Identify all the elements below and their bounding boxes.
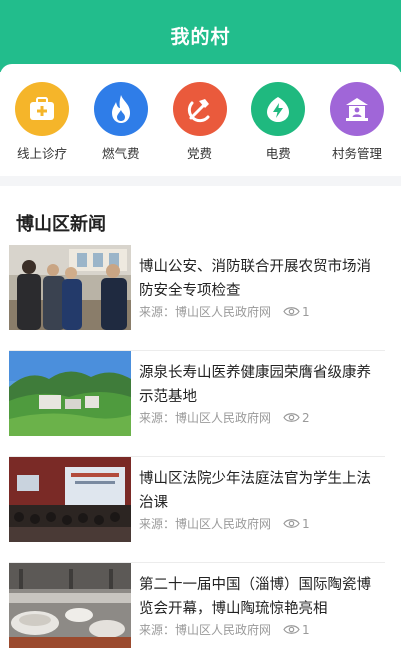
news-title: 源泉长寿山医养健康园荣膺省级康养示范基地 — [139, 365, 371, 405]
news-source: 来源：博山区人民政府网 — [139, 623, 272, 637]
service-village-affairs[interactable]: 村务管理 — [319, 82, 395, 176]
news-section: 博山区新闻 博山公安、消防联合开展农贸市场消防安全专项检查 来源：博山区人民政府… — [0, 186, 401, 660]
service-label: 线上诊疗 — [16, 146, 67, 161]
electricity-bolt-icon — [251, 82, 306, 136]
view-count-value: 1 — [302, 516, 310, 531]
service-gas-fee[interactable]: 燃气费 — [83, 82, 159, 176]
view-count: 1 — [283, 305, 310, 319]
news-thumbnail-inspection — [9, 245, 131, 330]
view-count: 1 — [283, 623, 310, 637]
service-electricity-fee[interactable]: 电费 — [240, 82, 316, 176]
service-party-fee[interactable]: 党费 — [162, 82, 238, 176]
news-thumbnail-lecture — [9, 457, 131, 542]
page-title: 我的村 — [170, 26, 231, 48]
service-label: 党费 — [186, 146, 212, 161]
news-item[interactable]: 博山区法院少年法庭法官为学生上法治课 来源：博山区人民政府网 1 — [9, 457, 385, 563]
service-online-clinic[interactable]: 线上诊疗 — [4, 82, 80, 176]
news-item[interactable]: 源泉长寿山医养健康园荣膺省级康养示范基地 来源：博山区人民政府网 2 — [9, 351, 385, 457]
news-item[interactable]: 第二十一届中国（淄博）国际陶瓷博览会开幕，博山陶琉惊艳亮相 来源：博山区人民政府… — [9, 563, 385, 660]
news-meta: 来源：博山区人民政府网 1 — [139, 621, 310, 638]
eye-icon — [283, 413, 300, 422]
view-count: 2 — [283, 411, 310, 425]
service-label: 村务管理 — [331, 146, 382, 161]
news-meta: 来源：博山区人民政府网 2 — [139, 409, 310, 426]
app-header: 我的村 — [0, 0, 401, 72]
flame-icon — [93, 82, 148, 136]
section-title: 博山区新闻 — [16, 214, 106, 235]
medical-kit-icon — [15, 82, 69, 136]
news-source: 来源：博山区人民政府网 — [139, 411, 272, 425]
service-label: 燃气费 — [101, 146, 140, 161]
news-source: 来源：博山区人民政府网 — [139, 305, 272, 319]
eye-icon — [283, 307, 300, 316]
news-thumbnail-resort — [9, 351, 131, 436]
service-grid: 线上诊疗 燃气费 党费 电费 村务管理 — [0, 64, 401, 176]
eye-icon — [283, 625, 300, 634]
view-count-value: 2 — [302, 410, 310, 425]
village-hall-icon — [330, 82, 384, 136]
news-source: 来源：博山区人民政府网 — [139, 517, 272, 531]
service-label: 电费 — [265, 146, 291, 161]
news-meta: 来源：博山区人民政府网 1 — [139, 515, 310, 532]
news-item[interactable]: 博山公安、消防联合开展农贸市场消防安全专项检查 来源：博山区人民政府网 1 — [9, 245, 385, 351]
view-count-value: 1 — [302, 622, 310, 637]
news-title: 博山公安、消防联合开展农贸市场消防安全专项检查 — [139, 259, 371, 299]
view-count-value: 1 — [302, 304, 310, 319]
eye-icon — [283, 519, 300, 528]
news-title: 博山区法院少年法庭法官为学生上法治课 — [139, 471, 371, 511]
news-thumbnail-ceramics — [9, 563, 131, 648]
view-count: 1 — [283, 517, 310, 531]
news-title: 第二十一届中国（淄博）国际陶瓷博览会开幕，博山陶琉惊艳亮相 — [139, 577, 371, 617]
news-meta: 来源：博山区人民政府网 1 — [139, 303, 310, 320]
hammer-sickle-icon — [172, 82, 227, 136]
